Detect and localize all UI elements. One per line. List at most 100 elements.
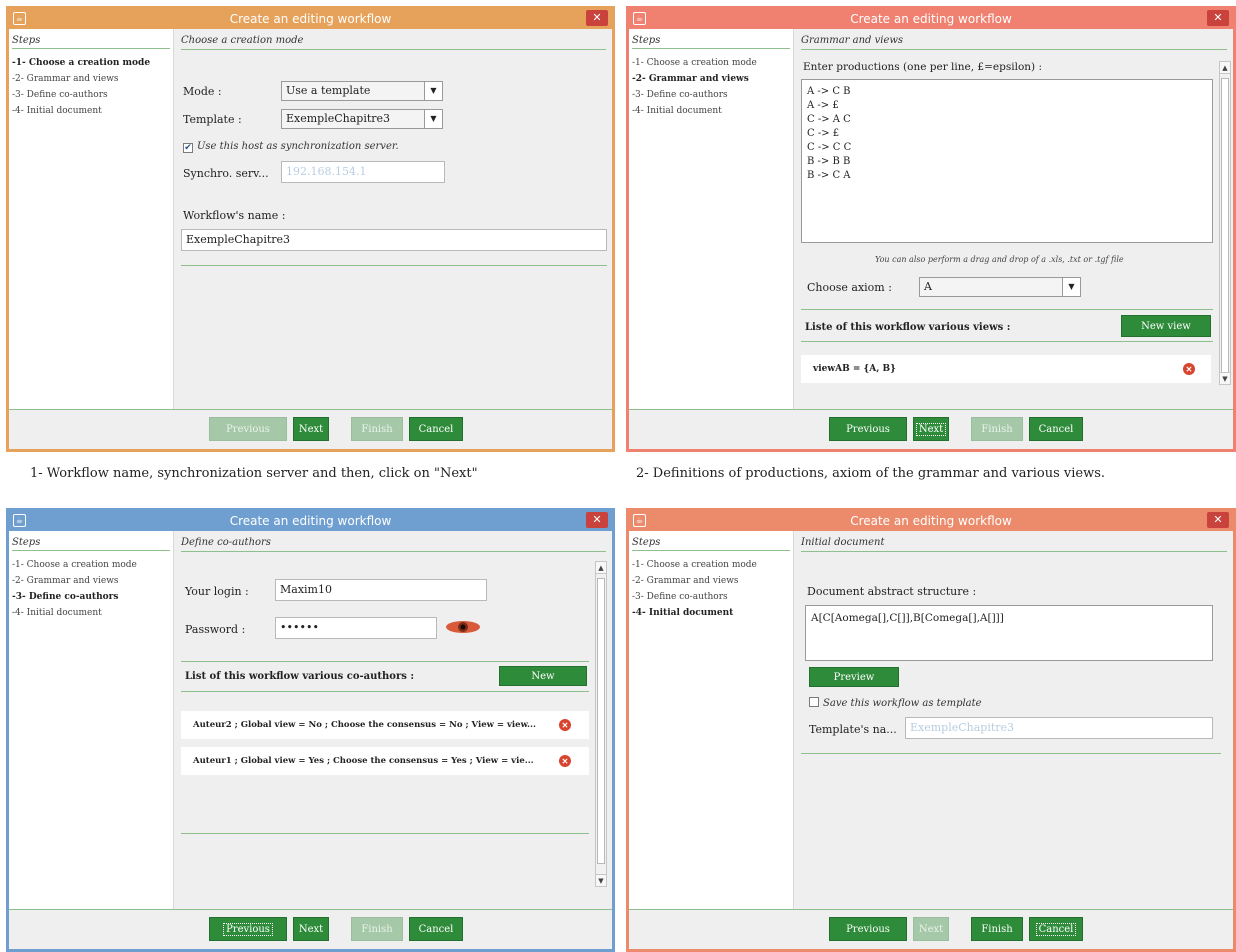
synchro-label: Synchro. serv... [183,167,269,180]
cancel-button[interactable]: Cancel [1029,417,1083,441]
production-line: A -> C B [807,86,851,97]
finish-button[interactable]: Finish [351,417,403,441]
coauthor-list-item[interactable]: Auteur2 ; Global view = No ; Choose the … [181,711,589,739]
footer-bar: Previous Next Finish Cancel [9,409,612,449]
template-label: Template : [183,113,242,126]
app-icon: ☕ [13,12,26,25]
template-select[interactable]: ExempleChapitre3 ▼ [281,109,443,129]
password-label: Password : [185,623,246,636]
workflow-name-label: Workflow's name : [183,209,286,222]
step-4: -4- Initial document [12,608,102,618]
previous-button[interactable]: Previous [209,417,287,441]
scroll-up-icon[interactable]: ▲ [596,562,606,574]
close-button[interactable]: ✕ [1207,10,1229,26]
finish-button[interactable]: Finish [971,917,1023,941]
title-bar[interactable]: ☕ Create an editing workflow ✕ [629,511,1233,531]
window-co-authors: ☕ Create an editing workflow ✕ Steps -1-… [6,508,615,952]
scroll-thumb[interactable] [597,578,605,864]
productions-label: Enter productions (one per line, £=epsil… [803,61,1042,73]
production-line: C -> £ [807,128,840,139]
previous-button[interactable]: Previous [829,917,907,941]
structure-label: Document abstract structure : [807,585,977,598]
template-name-input[interactable]: ExempleChapitre3 [905,717,1213,739]
divider [181,833,589,834]
axiom-label: Choose axiom : [807,281,892,294]
previous-button[interactable]: Previous [209,917,287,941]
scroll-down-icon[interactable]: ▼ [596,874,606,886]
view-list-item[interactable]: viewAB = {A, B} ✕ [801,355,1211,383]
coauthor-list-item[interactable]: Auteur1 ; Global view = Yes ; Choose the… [181,747,589,775]
footer-bar: Previous Next Finish Cancel [629,909,1233,949]
chevron-down-icon[interactable]: ▼ [424,82,442,100]
step-4: -4- Initial document [12,106,102,116]
window-title: Create an editing workflow [229,12,392,26]
use-host-checkbox[interactable]: ✔ Use this host as synchronization server… [183,141,399,153]
scrollbar[interactable]: ▲ ▼ [1219,61,1231,385]
synchro-server-field[interactable]: 192.168.154.1 [281,161,445,183]
divider [801,309,1213,310]
title-bar[interactable]: ☕ Create an editing workflow ✕ [9,511,612,531]
close-button[interactable]: ✕ [586,10,608,26]
step-3: -3- Define co-authors [632,90,728,100]
cancel-label: Cancel [1035,923,1077,936]
workflow-name-input[interactable]: ExempleChapitre3 [181,229,607,251]
app-icon: ☕ [633,12,646,25]
cancel-button[interactable]: Cancel [1029,917,1083,941]
login-input[interactable]: Maxim10 [275,579,487,601]
scroll-thumb[interactable] [1221,78,1229,378]
app-icon: ☕ [13,514,26,527]
delete-icon[interactable]: ✕ [559,755,571,767]
view-name: viewAB = {A, B} [813,364,896,374]
production-line: B -> B B [807,156,851,167]
eye-icon[interactable] [445,619,481,635]
scroll-up-icon[interactable]: ▲ [1220,62,1230,74]
chevron-down-icon[interactable]: ▼ [424,110,442,128]
login-label: Your login : [185,585,249,598]
checkbox-unchecked-icon[interactable] [809,697,819,707]
close-icon: ✕ [592,513,602,526]
finish-button[interactable]: Finish [971,417,1023,441]
content-panel: Initial document Document abstract struc… [795,531,1233,909]
mode-select[interactable]: Use a template ▼ [281,81,443,101]
caption-1: 1- Workflow name, synchronization server… [30,466,478,481]
new-view-button[interactable]: New view [1121,315,1211,337]
cancel-button[interactable]: Cancel [409,417,463,441]
template-name-label: Template's na... [809,723,897,736]
productions-textarea[interactable]: A -> C B A -> £ C -> A C C -> £ C -> C C… [801,79,1213,243]
title-bar[interactable]: ☕ Create an editing workflow ✕ [629,9,1233,29]
save-template-checkbox[interactable]: Save this workflow as template [809,697,982,709]
step-2: -2- Grammar and views [632,576,739,586]
next-button[interactable]: Next [293,417,329,441]
close-icon: ✕ [592,11,602,24]
window-title: Create an editing workflow [229,514,392,528]
new-coauthor-button[interactable]: New [499,666,587,686]
scroll-down-icon[interactable]: ▼ [1220,372,1230,384]
steps-title: Steps [12,537,170,551]
delete-icon[interactable]: ✕ [1183,363,1195,375]
use-host-label: Use this host as synchronization server. [197,141,399,152]
production-line: C -> C C [807,142,852,153]
structure-textarea[interactable]: A[C[Aomega[],C[]],B[Comega[],A[]]] [805,605,1213,661]
close-button[interactable]: ✕ [1207,512,1229,528]
checkbox-checked-icon[interactable]: ✔ [183,143,193,153]
window-title: Create an editing workflow [850,514,1012,528]
content-panel: Choose a creation mode Mode : Use a temp… [175,29,612,409]
cancel-button[interactable]: Cancel [409,917,463,941]
chevron-down-icon[interactable]: ▼ [1062,278,1080,296]
axiom-select[interactable]: A ▼ [919,277,1081,297]
next-button[interactable]: Next [913,417,949,441]
next-button[interactable]: Next [913,917,949,941]
close-button[interactable]: ✕ [586,512,608,528]
previous-button[interactable]: Previous [829,417,907,441]
app-icon: ☕ [633,514,646,527]
title-bar[interactable]: ☕ Create an editing workflow ✕ [9,9,612,29]
scrollbar[interactable]: ▲ ▼ [595,561,607,887]
divider [181,691,589,692]
finish-button[interactable]: Finish [351,917,403,941]
delete-icon[interactable]: ✕ [559,719,571,731]
coauthor-text: Auteur1 ; Global view = Yes ; Choose the… [193,756,534,766]
close-icon: ✕ [1213,513,1223,526]
next-button[interactable]: Next [293,917,329,941]
preview-button[interactable]: Preview [809,667,899,687]
password-input[interactable]: •••••• [275,617,437,639]
